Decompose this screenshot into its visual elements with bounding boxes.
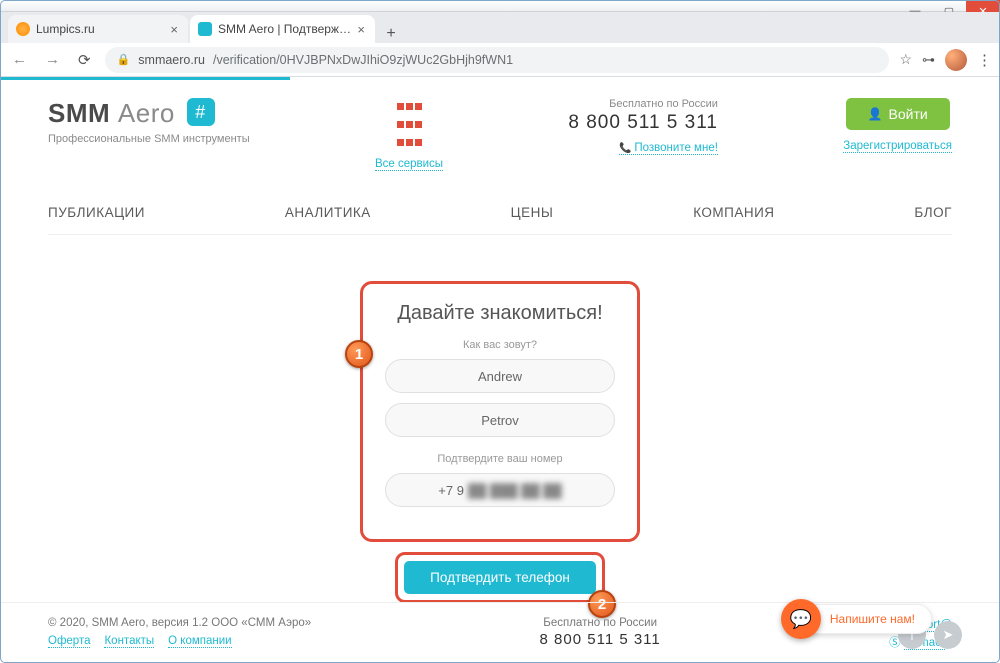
logo-part-aero: Aero: [118, 98, 175, 128]
favicon-icon: [198, 22, 212, 36]
phone-input[interactable]: +7 9██ ███ ██ ██: [385, 473, 615, 507]
confirm-box: Подтвердить телефон 2: [395, 552, 605, 603]
tab-title: SMM Aero | Подтверждение да: [218, 22, 355, 36]
first-name-input[interactable]: [385, 359, 615, 393]
new-tab-button[interactable]: +: [377, 25, 405, 43]
register-link[interactable]: Зарегистрироваться: [843, 140, 952, 153]
profile-avatar[interactable]: [945, 49, 967, 71]
login-button[interactable]: 👤 Войти: [846, 98, 950, 130]
header-phone: 8 800 511 5 311: [568, 112, 718, 134]
key-icon[interactable]: ⊶: [922, 52, 935, 68]
form-title: Давайте знакомиться!: [385, 302, 615, 325]
chat-bubble-icon[interactable]: 💬: [781, 599, 821, 639]
confirm-phone-button[interactable]: Подтвердить телефон: [404, 561, 596, 594]
tab-close-icon[interactable]: ×: [355, 22, 367, 37]
logo-block[interactable]: SMM Aero # Профессиональные SMM инструме…: [48, 98, 250, 145]
hash-icon: #: [187, 98, 215, 126]
lock-icon: 🔒: [117, 53, 131, 66]
name-label: Как вас зовут?: [385, 339, 615, 351]
logo-part-smm: SMM: [48, 98, 110, 128]
tagline: Профессиональные SMM инструменты: [48, 133, 250, 145]
url-host: smmaero.ru: [138, 53, 205, 67]
main-nav: ПУБЛИКАЦИИ АНАЛИТИКА ЦЕНЫ КОМПАНИЯ БЛОГ: [48, 205, 952, 235]
reload-button[interactable]: ⟳: [74, 51, 95, 69]
bookmark-icon[interactable]: ☆: [899, 51, 912, 68]
browser-menu-icon[interactable]: ⋮: [977, 51, 992, 69]
telegram-icon[interactable]: ➤: [934, 621, 962, 649]
nav-prices[interactable]: ЦЕНЫ: [511, 205, 554, 220]
tab-title: Lumpics.ru: [36, 22, 168, 36]
call-me-link[interactable]: Позвоните мне!: [619, 142, 718, 155]
footer-phone: 8 800 511 5 311: [540, 631, 661, 648]
last-name-input[interactable]: [385, 403, 615, 437]
tab-bar: Lumpics.ru × SMM Aero | Подтверждение да…: [0, 12, 1000, 43]
about-link[interactable]: О компании: [168, 635, 231, 648]
footer-free-label: Бесплатно по России: [540, 617, 661, 629]
nav-company[interactable]: КОМПАНИЯ: [693, 205, 774, 220]
tab-close-icon[interactable]: ×: [168, 22, 180, 37]
user-icon: 👤: [868, 107, 883, 121]
annotation-marker-1: 1: [345, 340, 373, 368]
phone-label: Подтвердите ваш номер: [385, 453, 615, 465]
url-path: /verification/0HVJBPNxDwJIhiO9zjWUc2GbHj…: [213, 53, 513, 67]
favicon-icon: [16, 22, 30, 36]
free-call-label: Бесплатно по России: [568, 98, 718, 110]
contacts-link[interactable]: Контакты: [104, 635, 154, 648]
browser-tab-active[interactable]: SMM Aero | Подтверждение да ×: [190, 15, 375, 43]
browser-tab[interactable]: Lumpics.ru ×: [8, 15, 188, 43]
chat-label[interactable]: Напишите нам!: [803, 604, 932, 634]
url-input[interactable]: 🔒 smmaero.ru/verification/0HVJBPNxDwJIhi…: [105, 47, 890, 73]
nav-blog[interactable]: БЛОГ: [914, 205, 952, 220]
address-bar: ← → ⟳ 🔒 smmaero.ru/verification/0HVJBPNx…: [0, 43, 1000, 77]
copyright: © 2020, SMM Aero, версия 1.2 ООО «СММ Аэ…: [48, 617, 311, 629]
all-services-link[interactable]: Все сервисы: [375, 158, 443, 171]
nav-analytics[interactable]: АНАЛИТИКА: [285, 205, 371, 220]
services-grid-icon[interactable]: [396, 98, 423, 152]
login-label: Войти: [889, 106, 928, 122]
oferta-link[interactable]: Оферта: [48, 635, 90, 648]
forward-button: →: [41, 51, 64, 68]
back-button[interactable]: ←: [8, 51, 31, 68]
nav-publications[interactable]: ПУБЛИКАЦИИ: [48, 205, 145, 220]
intro-form-box: Давайте знакомиться! Как вас зовут? Подт…: [360, 281, 640, 542]
